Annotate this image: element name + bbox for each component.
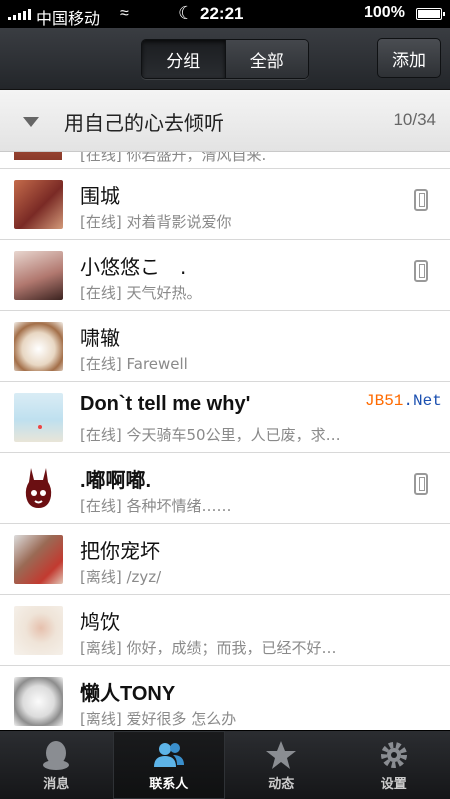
contact-name: 围城 [80,184,120,208]
mobile-phone-icon [414,189,428,211]
list-item[interactable]: 鸠饮 [离线] 你好，成绩；而我，已经不好… [0,595,450,666]
avatar [14,152,62,160]
wifi-icon: ≈ [120,5,129,22]
avatar [14,251,63,300]
avatar [14,535,63,584]
segment-all[interactable]: 全部 [224,40,308,78]
contact-signature: [离线] 你好，成绩；而我，已经不好… [80,639,337,657]
penguin-icon [43,741,70,770]
group-header[interactable]: 用自己的心去倾听 10/34 [0,90,450,152]
segment-groups[interactable]: 分组 [142,40,225,78]
status-bar: 中国移动 ≈ ☾ 22:21 100% [0,0,450,28]
do-not-disturb-moon-icon: ☾ [178,3,195,23]
status-time: 22:21 [200,4,244,23]
collapse-arrow-icon [23,117,39,127]
contact-name: 把你宠坏 [80,539,160,563]
contact-signature: [在线] 天气好热。 [80,284,202,302]
contact-name: .嘟啊嘟. [80,470,152,492]
list-item[interactable]: 围城 [在线] 对着背影说爱你 [0,169,450,240]
tab-label: 设置 [380,777,407,792]
avatar [14,606,63,655]
tab-bar: 消息 联系人 动态 设置 [0,730,450,799]
signal-strength-icon [8,9,31,20]
list-item[interactable]: Don`t tell me why' [在线] 今天骑车50公里，人已废，求… … [0,382,450,453]
contact-list[interactable]: [在线] 你若盛开，清风自来. 围城 [在线] 对着背影说爱你 小悠悠こ . [… [0,152,450,730]
watermark: JB51.Net [365,392,442,410]
avatar [14,322,63,371]
list-item[interactable]: 懒人TONY [离线] 爱好很多 怎么办 [0,666,450,730]
contacts-icon [153,743,184,767]
battery-percentage: 100% [364,4,405,21]
tab-contacts[interactable]: 联系人 [112,731,225,799]
contact-name: 啸辙 [80,326,120,350]
gear-icon [380,742,407,768]
list-item[interactable]: 把你宠坏 [离线] /zyz/ [0,524,450,595]
group-online-count: 10/34 [393,110,436,129]
tab-feed[interactable]: 动态 [225,731,338,799]
list-item[interactable]: .嘟啊嘟. [在线] 各种坏情绪…… [0,453,450,524]
contact-signature: [在线] 你若盛开，清风自来. [80,152,267,164]
avatar [14,464,63,513]
contact-signature: [离线] /zyz/ [80,568,162,586]
star-icon [266,741,297,769]
list-item-partial[interactable]: [在线] 你若盛开，清风自来. [0,152,450,169]
contact-name: 小悠悠こ . [80,255,187,279]
avatar [14,180,63,229]
tab-label: 联系人 [149,777,189,792]
contact-name: 鸠饮 [80,610,120,634]
group-name: 用自己的心去倾听 [64,111,224,135]
carrier-name: 中国移动 [36,11,101,28]
tab-label: 动态 [268,777,295,792]
mobile-phone-icon [414,473,428,495]
avatar [14,393,63,442]
contact-name: 懒人TONY [80,683,176,705]
battery-icon [416,8,445,20]
tab-settings[interactable]: 设置 [338,731,450,799]
list-item[interactable]: 小悠悠こ . [在线] 天气好热。 [0,240,450,311]
contact-signature: [离线] 爱好很多 怎么办 [80,710,237,728]
mobile-phone-icon [414,260,428,282]
contact-signature: [在线] 对着背影说爱你 [80,213,232,231]
contact-name: Don`t tell me why' [80,393,251,415]
contact-signature: [在线] 各种坏情绪…… [80,497,232,515]
avatar [14,677,63,726]
tab-messages[interactable]: 消息 [0,731,113,799]
list-item[interactable]: 啸辙 [在线] Farewell [0,311,450,382]
navigation-bar: 分组 全部 添加 [0,28,450,90]
contact-signature: [在线] Farewell [80,355,188,373]
view-segmented-control: 分组 全部 [141,39,309,79]
contact-signature: [在线] 今天骑车50公里，人已废，求… [80,426,341,444]
add-button[interactable]: 添加 [377,38,441,78]
tab-label: 消息 [43,777,70,792]
